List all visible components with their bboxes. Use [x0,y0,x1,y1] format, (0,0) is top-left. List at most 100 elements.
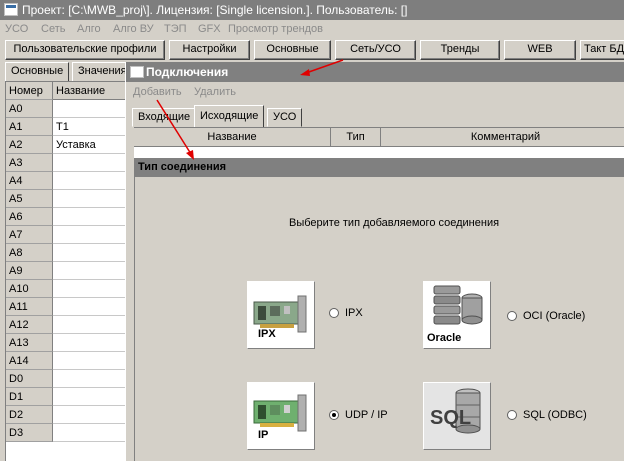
table-row[interactable]: A6 [6,208,125,226]
table-row[interactable]: A13 [6,334,125,352]
row-name-cell[interactable] [53,154,125,172]
row-name-cell[interactable] [53,406,125,424]
sql-radio-option[interactable]: SQL (ODBC) [507,409,587,421]
row-number-cell: A9 [6,262,53,280]
sql-icon-caption: SQL [430,407,472,429]
column-header-name[interactable]: Название [134,128,331,147]
row-name-cell[interactable]: T1 [53,118,125,136]
connections-title: Подключения [146,65,229,79]
row-name-cell[interactable] [53,244,125,262]
tab-uso[interactable]: УСО [267,108,303,127]
table-row[interactable]: A1 T1 [6,118,125,136]
column-header-name[interactable]: Название [53,82,125,100]
menu-item-tep[interactable]: ТЭП [164,23,187,35]
column-header-type[interactable]: Тип [331,128,381,147]
table-row[interactable]: A0 [6,100,125,118]
tab-main[interactable]: Основные [5,62,70,82]
menu-item-algo-vu[interactable]: Алго ВУ [113,23,154,35]
dialog-prompt: Выберите тип добавляемого соединения [289,217,500,229]
tab-values[interactable]: Значения [72,62,133,82]
table-row[interactable]: D3 [6,424,125,442]
menu-item-network[interactable]: Сеть [41,23,65,35]
row-number-cell: A10 [6,280,53,298]
window-title: Проект: [C:\MWB_proj\]. Лицензия: [Singl… [22,3,408,17]
menu-item-algo[interactable]: Алго [77,23,101,35]
table-row[interactable]: A8 [6,244,125,262]
row-name-cell[interactable] [53,208,125,226]
table-row[interactable]: D0 [6,370,125,388]
oracle-label: OCI (Oracle) [523,310,586,322]
table-row[interactable]: D1 [6,388,125,406]
table-row[interactable]: A12 [6,316,125,334]
network-card-icon[interactable]: IP [247,382,315,450]
row-number-cell: A14 [6,352,53,370]
tab-outgoing[interactable]: Исходящие [194,105,265,128]
oracle-radio[interactable] [507,311,517,321]
table-row[interactable]: A9 [6,262,125,280]
table-row[interactable]: A4 [6,172,125,190]
delete-menu-item[interactable]: Удалить [194,86,236,98]
user-profiles-button[interactable]: Пользовательские профили [5,40,165,60]
network-card-icon[interactable]: IPX [247,281,315,349]
db-cycle-button[interactable]: Такт БД [580,40,624,60]
toolbar: Пользовательские профили Настройки Основ… [0,40,624,60]
row-name-cell[interactable] [53,190,125,208]
table-row[interactable]: A7 [6,226,125,244]
row-number-cell: A6 [6,208,53,226]
table-row[interactable]: A14 [6,352,125,370]
row-number-cell: A0 [6,100,53,118]
row-name-cell[interactable] [53,280,125,298]
row-name-cell[interactable] [53,352,125,370]
row-number-cell: A5 [6,190,53,208]
tab-incoming[interactable]: Входящие [132,108,197,127]
row-name-cell[interactable] [53,262,125,280]
row-name-cell[interactable]: Уставка [53,136,125,154]
row-name-cell[interactable] [53,334,125,352]
menu-item-trend-view[interactable]: Просмотр трендов [228,23,323,35]
sql-radio[interactable] [507,410,517,420]
sql-database-icon[interactable]: SQL [423,382,491,450]
row-name-cell[interactable] [53,370,125,388]
ipx-radio[interactable] [329,308,339,318]
connections-title-bar: Подключения [126,62,624,82]
row-number-cell: A2 [6,136,53,154]
settings-button[interactable]: Настройки [169,40,250,60]
row-name-cell[interactable] [53,226,125,244]
grid-header-row: Номер Название [6,82,125,100]
dialog-title-bar: Тип соединения [135,159,624,177]
connection-type-dialog: Тип соединения Выберите тип добавляемого… [134,158,624,461]
trends-button[interactable]: Тренды [420,40,500,60]
connections-grid-header: Название Тип Комментарий [134,127,624,147]
row-name-cell[interactable] [53,100,125,118]
udp-ip-radio-option[interactable]: UDP / IP [329,409,388,421]
table-row[interactable]: D2 [6,406,125,424]
row-name-cell[interactable] [53,172,125,190]
row-name-cell[interactable] [53,388,125,406]
table-row[interactable]: A3 [6,154,125,172]
row-name-cell[interactable] [53,298,125,316]
main-button[interactable]: Основные [254,40,331,60]
row-number-cell: A3 [6,154,53,172]
main-title-bar: Проект: [C:\MWB_proj\]. Лицензия: [Singl… [0,0,624,20]
dialog-title: Тип соединения [138,161,227,173]
menu-item-gfx[interactable]: GFX [198,23,221,35]
table-row[interactable]: A11 [6,298,125,316]
oracle-radio-option[interactable]: OCI (Oracle) [507,310,585,322]
oracle-icon-caption: Oracle [427,332,462,344]
add-menu-item[interactable]: Добавить [133,86,182,98]
menu-item-uso[interactable]: УСО [5,23,28,35]
web-button[interactable]: WEB [504,40,576,60]
column-header-comment[interactable]: Комментарий [381,128,624,147]
row-number-cell: D1 [6,388,53,406]
ipx-radio-option[interactable]: IPX [329,307,363,319]
database-server-icon[interactable]: Oracle [423,281,491,349]
udp-ip-radio[interactable] [329,410,339,420]
row-name-cell[interactable] [53,424,125,442]
table-row[interactable]: A10 [6,280,125,298]
network-uso-button[interactable]: Сеть/УСО [335,40,416,60]
column-header-number[interactable]: Номер [6,82,53,100]
sql-label: SQL (ODBC) [523,409,587,421]
table-row[interactable]: A2 Уставка [6,136,125,154]
row-name-cell[interactable] [53,316,125,334]
table-row[interactable]: A5 [6,190,125,208]
